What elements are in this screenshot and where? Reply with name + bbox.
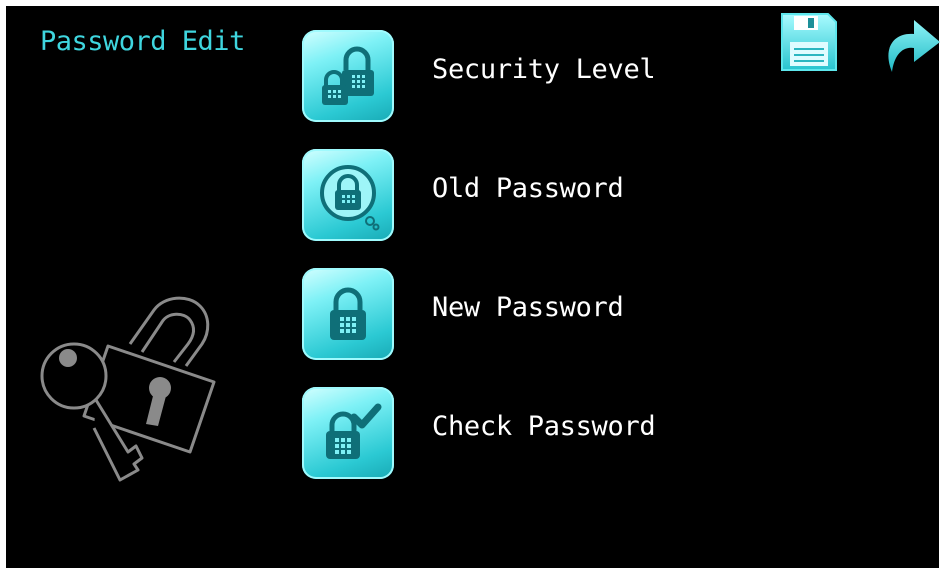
- floppy-disk-icon: [781, 13, 837, 71]
- key-and-padlock-icon: [40, 296, 216, 482]
- menu-item-label: New Password: [432, 292, 624, 323]
- menu-item-new-password[interactable]: New Password: [302, 268, 722, 360]
- page-title: Password Edit: [40, 26, 245, 57]
- new-password-icon-tile: [302, 268, 394, 360]
- redo-button[interactable]: [882, 12, 940, 74]
- lock-icon: [330, 287, 366, 340]
- lock-in-bubble-icon: [320, 165, 380, 231]
- lock-check-icon: [326, 403, 382, 459]
- menu-item-label: Old Password: [432, 173, 624, 204]
- menu-item-label: Check Password: [432, 411, 656, 442]
- menu-item-old-password[interactable]: Old Password: [302, 149, 722, 241]
- save-button[interactable]: [778, 12, 838, 74]
- redo-arrow-icon: [888, 20, 940, 72]
- security-level-icon-tile: [302, 30, 394, 122]
- double-lock-icon: [322, 46, 374, 105]
- menu-item-check-password[interactable]: Check Password: [302, 387, 722, 479]
- old-password-icon-tile: [302, 149, 394, 241]
- check-password-icon-tile: [302, 387, 394, 479]
- menu-item-label: Security Level: [432, 54, 656, 85]
- menu-item-security-level[interactable]: Security Level: [302, 30, 722, 122]
- device-screen: Password Edit Security Level Old Passwor…: [6, 6, 940, 568]
